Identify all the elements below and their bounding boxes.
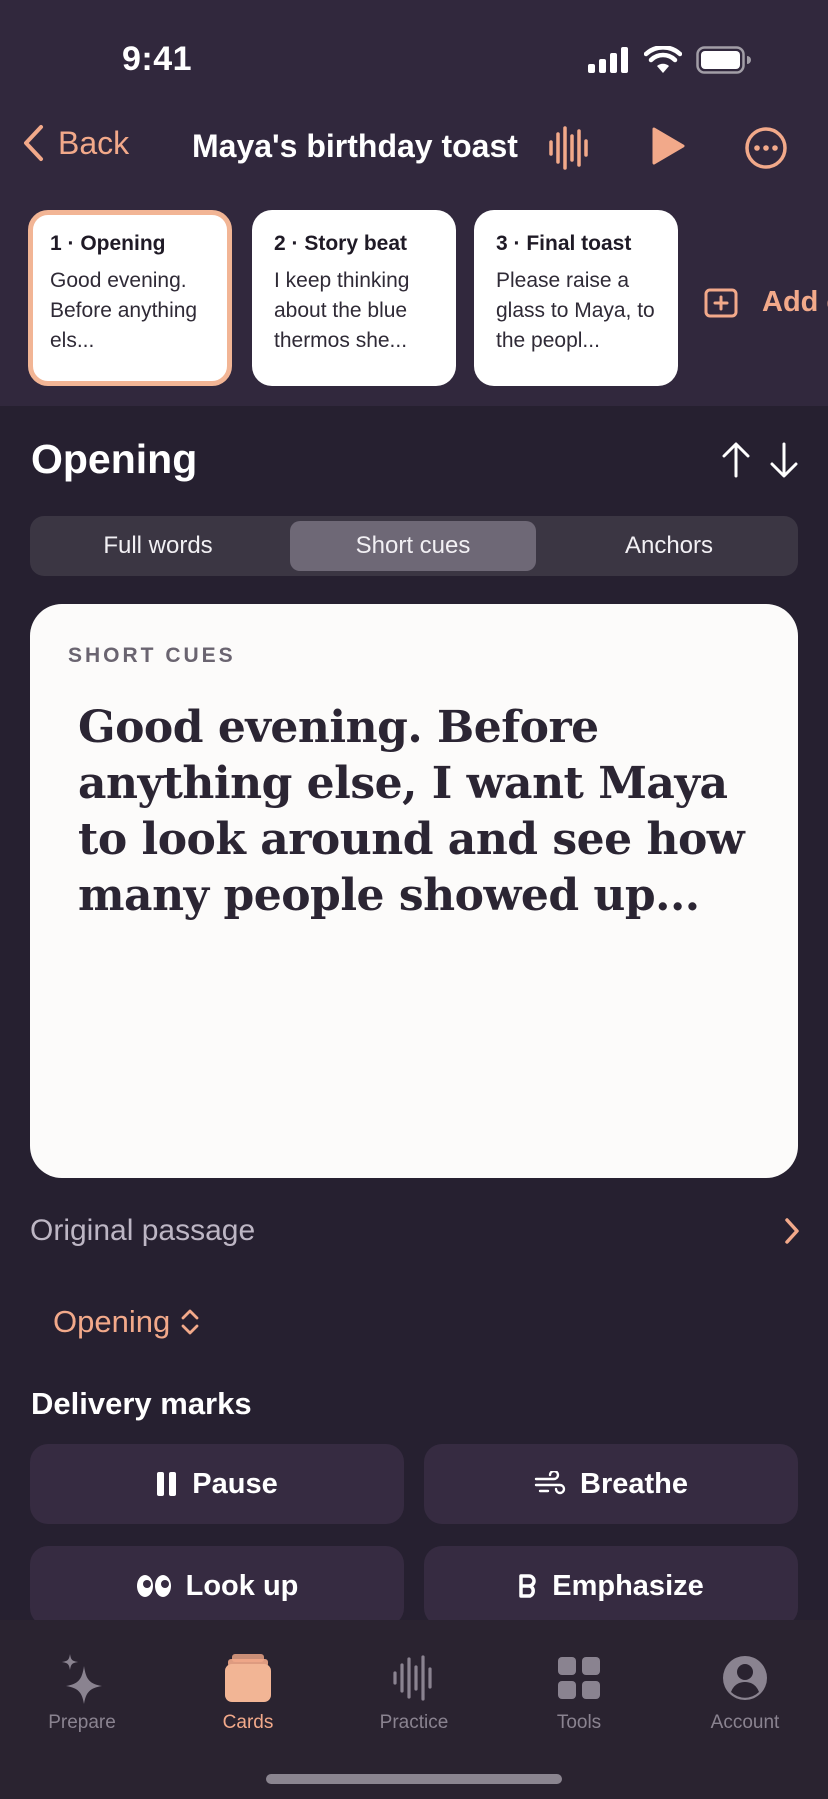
add-card-label: Add c <box>762 286 828 318</box>
sparkles-icon <box>62 1654 102 1704</box>
mode-anchors[interactable]: Anchors <box>546 521 792 571</box>
status-icons <box>588 46 752 74</box>
original-passage-row[interactable]: Original passage <box>30 1214 800 1248</box>
back-label: Back <box>58 124 130 161</box>
tab-bar: Prepare Cards Practice Tools Account <box>0 1620 828 1799</box>
more-icon <box>745 127 787 169</box>
chevron-right-icon <box>785 1218 799 1244</box>
waveform-icon <box>393 1655 432 1701</box>
card-thumb-opening[interactable]: 1 · Opening Good evening. Before anythin… <box>28 210 232 386</box>
tab-label: Account <box>710 1712 780 1733</box>
tab-label: Prepare <box>48 1712 116 1733</box>
grid-icon <box>558 1657 600 1699</box>
chevron-left-icon <box>24 125 43 161</box>
tab-account[interactable]: Account <box>680 1650 810 1734</box>
cue-card-text: Good evening. Before anything else, I wa… <box>78 702 745 921</box>
bold-icon <box>519 1574 536 1598</box>
mode-short-cues[interactable]: Short cues <box>290 521 536 571</box>
cue-card[interactable]: SHORT CUES Good evening. Before anything… <box>30 604 798 1178</box>
card-thumb-title: 1 · Opening <box>50 232 166 255</box>
tab-label: Practice <box>379 1712 449 1733</box>
eyes-icon <box>136 1575 171 1597</box>
tab-practice[interactable]: Practice <box>349 1650 479 1734</box>
page-title: Maya's birthday toast <box>192 128 518 164</box>
section-picker-value: Opening <box>53 1304 171 1339</box>
breathe-mark-label: Breathe <box>580 1467 688 1500</box>
card-thumb-title: 2 · Story beat <box>274 232 408 255</box>
wifi-icon <box>644 46 682 73</box>
card-thumb-title: 3 · Final toast <box>496 232 632 255</box>
status-time: 9:41 <box>122 40 193 78</box>
breathe-mark-button[interactable]: Breathe <box>424 1444 798 1524</box>
look-up-mark-label: Look up <box>185 1569 299 1602</box>
signal-icon <box>588 47 628 73</box>
home-indicator <box>266 1774 562 1784</box>
card-thumb-final-toast[interactable]: 3 · Final toast Please raise a glass to … <box>474 210 678 386</box>
play-icon <box>652 127 685 165</box>
cue-card-label: SHORT CUES <box>68 644 236 667</box>
card-thumb-preview: Good evening. Before anything els... <box>50 269 198 352</box>
pause-mark-label: Pause <box>192 1467 278 1500</box>
pause-icon <box>157 1472 177 1496</box>
chevron-up-down-icon <box>181 1309 199 1335</box>
tab-tools[interactable]: Tools <box>514 1650 644 1734</box>
waveform-icon <box>549 126 588 170</box>
delivery-marks-title: Delivery marks <box>31 1386 252 1421</box>
tab-prepare[interactable]: Prepare <box>17 1650 147 1734</box>
card-thumb-preview: Please raise a glass to Maya, to the peo… <box>496 269 655 352</box>
card-thumb-preview: I keep thinking about the blue thermos s… <box>274 269 410 352</box>
mode-segmented-control: Full words Short cues Anchors <box>30 516 798 576</box>
tab-label: Cards <box>222 1712 274 1733</box>
mode-full-words[interactable]: Full words <box>35 521 281 571</box>
card-strip: 1 · Opening Good evening. Before anythin… <box>28 210 828 386</box>
wind-icon <box>534 1471 566 1495</box>
person-icon <box>723 1656 767 1700</box>
look-up-mark-button[interactable]: Look up <box>30 1546 404 1626</box>
arrow-down-icon <box>770 442 798 478</box>
more-button[interactable] <box>744 126 788 175</box>
move-up-button[interactable] <box>720 442 752 483</box>
arrow-up-icon <box>722 442 750 478</box>
emphasize-mark-label: Emphasize <box>552 1569 704 1602</box>
original-passage-label: Original passage <box>30 1214 256 1247</box>
emphasize-mark-button[interactable]: Emphasize <box>424 1546 798 1626</box>
section-picker[interactable]: Opening <box>53 1304 200 1340</box>
add-square-icon <box>704 288 738 317</box>
play-button[interactable] <box>650 126 686 171</box>
cards-icon <box>225 1654 271 1702</box>
move-down-button[interactable] <box>768 442 800 483</box>
waveform-button[interactable] <box>548 126 588 175</box>
tab-cards[interactable]: Cards <box>183 1650 313 1734</box>
section-title: Opening <box>31 436 198 482</box>
card-thumb-story-beat[interactable]: 2 · Story beat I keep thinking about the… <box>252 210 456 386</box>
add-card-button[interactable]: Add c <box>704 286 828 319</box>
back-button[interactable]: Back <box>22 124 129 162</box>
pause-mark-button[interactable]: Pause <box>30 1444 404 1524</box>
battery-icon <box>696 46 751 74</box>
tab-label: Tools <box>556 1712 602 1733</box>
